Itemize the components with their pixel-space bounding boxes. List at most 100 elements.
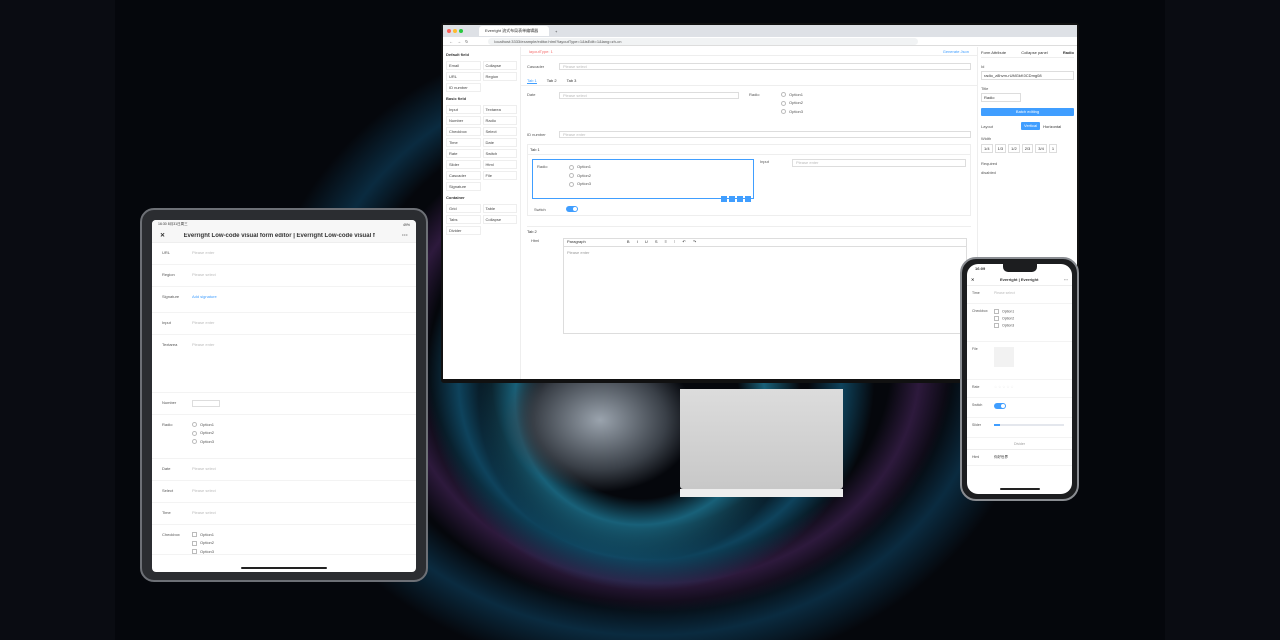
palette-item[interactable]: Checkbox (446, 127, 481, 136)
rich-text-editor[interactable]: Paragraph B I U S ≡ ⁝ ↶ ↷ Please enter (563, 238, 967, 335)
palette-item[interactable]: URL (446, 72, 481, 81)
title-input[interactable]: Radio (981, 93, 1021, 102)
tablet-option[interactable]: Option3 (192, 549, 406, 554)
selected-radio-field[interactable]: Radio Option1 Option2 Option3 (532, 159, 754, 203)
palette-item[interactable]: Date (482, 138, 517, 147)
reload-icon[interactable]: ↻ (465, 39, 468, 44)
phone-field-control[interactable]: 你好世界 (994, 455, 1067, 465)
phone-field-control[interactable]: Option1 Option2 Option3 (994, 309, 1067, 341)
rate-stars-icon[interactable]: ☆☆☆☆☆ (994, 385, 1015, 389)
tablet-option[interactable]: Option2 (192, 430, 406, 435)
browser-tab[interactable]: Everright 流式布局表单编辑器 (479, 26, 549, 36)
layout-horizontal-button[interactable]: Horizontal (1040, 124, 1064, 129)
palette-item[interactable]: Grid (446, 204, 481, 213)
format-icons[interactable]: B I U S ≡ ⁝ ↶ ↷ (627, 239, 699, 244)
tablet-field-control[interactable] (192, 400, 406, 414)
tablet-field-control[interactable]: Option1 Option2 Option3 (192, 532, 406, 554)
layout-type-label[interactable]: layoutType: 1 (529, 49, 553, 54)
tab-2[interactable]: Tab 2 (547, 78, 557, 83)
tablet-field-control[interactable]: Please select (192, 510, 406, 524)
palette-item[interactable]: File (482, 171, 517, 180)
width-option[interactable]: 1/4 (981, 144, 993, 153)
new-tab-icon[interactable]: + (555, 29, 557, 34)
back-icon[interactable]: ← (449, 39, 453, 44)
tablet-field-control[interactable]: Please select (192, 488, 406, 502)
width-option[interactable]: 1/2 (1008, 144, 1020, 153)
width-option[interactable]: 3/4 (1035, 144, 1047, 153)
palette-item[interactable]: Radio (482, 116, 517, 125)
date-input[interactable]: Please select (559, 92, 739, 99)
tablet-option[interactable]: Option3 (192, 439, 406, 444)
forward-icon[interactable]: → (457, 39, 461, 44)
radio2-option-1[interactable]: Option1 (569, 164, 591, 169)
palette-item[interactable]: Select (482, 127, 517, 136)
tablet-field-control[interactable]: Please select (192, 272, 406, 286)
tab-1[interactable]: Tab 1 (527, 78, 537, 84)
move-icon[interactable] (729, 196, 735, 203)
drag-icon[interactable] (737, 196, 743, 203)
palette-item[interactable]: Input (446, 105, 481, 114)
cascader-input[interactable]: Please select (559, 62, 971, 70)
disabled-checkbox[interactable]: disabled (981, 170, 1074, 175)
tablet-field-control[interactable]: Please enter (192, 250, 406, 264)
idnumber-input[interactable]: Please enter (559, 130, 971, 138)
tab-radio[interactable]: Radio (1063, 50, 1074, 55)
phone-field-control[interactable] (994, 347, 1067, 379)
phone-more-icon[interactable]: ··· (1064, 277, 1068, 282)
palette-item[interactable]: Switch (482, 149, 517, 158)
palette-item[interactable]: Slider (446, 160, 481, 169)
phone-field-control[interactable]: Please select (994, 291, 1067, 303)
collapse-title-1[interactable]: Tab 1 (528, 145, 970, 156)
collapse-title-2[interactable]: Tab 2 (527, 227, 971, 236)
phone-field-control[interactable]: ☆☆☆☆☆ (994, 385, 1067, 397)
delete-icon[interactable] (745, 196, 751, 203)
palette-item[interactable]: Time (446, 138, 481, 147)
phone-option[interactable]: Option1 (994, 309, 1067, 314)
radio2-option-2[interactable]: Option2 (569, 173, 591, 178)
palette-item[interactable]: Collapse (482, 61, 517, 70)
phone-field-control[interactable] (994, 423, 1067, 437)
palette-item[interactable]: Rate (446, 149, 481, 158)
generate-json-button[interactable]: Generate Json (943, 49, 969, 54)
required-checkbox[interactable]: Required (981, 161, 1074, 166)
input-field[interactable]: Please enter (792, 159, 966, 168)
tablet-field-control[interactable]: Please enter (192, 342, 406, 392)
radio-option-1[interactable]: Option1 (781, 92, 803, 97)
palette-item[interactable]: Collapse (482, 215, 517, 224)
tab-3[interactable]: Tab 3 (567, 78, 577, 83)
palette-item[interactable]: Email (446, 61, 481, 70)
tablet-field-control[interactable]: Please enter (192, 320, 406, 334)
tablet-field-control[interactable]: Please select (192, 466, 406, 480)
width-option[interactable]: 1 (1048, 144, 1058, 153)
phone-option[interactable]: Option2 (994, 316, 1067, 321)
id-input[interactable]: radio_z8hvm-rUMGkK0CDmg08 (981, 71, 1074, 80)
more-icon[interactable]: ··· (402, 233, 408, 239)
palette-item[interactable]: Cascader (446, 171, 481, 180)
palette-item[interactable]: Textarea (482, 105, 517, 114)
close-icon[interactable]: ✕ (160, 232, 165, 239)
minimize-dot-icon[interactable] (453, 29, 457, 33)
palette-item[interactable]: Tabs (446, 215, 481, 224)
phone-option[interactable]: Option3 (994, 323, 1067, 328)
tab-form-attribute[interactable]: Form Attribute (981, 50, 1006, 55)
phone-field-control[interactable] (994, 403, 1067, 417)
tablet-field-control[interactable]: Add signature (192, 294, 406, 312)
tablet-option[interactable]: Option2 (192, 540, 406, 545)
tablet-option[interactable]: Option1 (192, 422, 406, 427)
width-option[interactable]: 1/3 (994, 144, 1007, 153)
palette-item[interactable]: Divider (446, 226, 481, 235)
phone-switch[interactable] (994, 403, 1006, 409)
close-dot-icon[interactable] (447, 29, 451, 33)
phone-close-icon[interactable]: ✕ (971, 277, 974, 282)
maximize-dot-icon[interactable] (459, 29, 463, 33)
upload-icon[interactable] (994, 347, 1014, 367)
radio2-option-3[interactable]: Option3 (569, 181, 591, 186)
radio-option-2[interactable]: Option2 (781, 100, 803, 105)
tablet-field-control[interactable]: Option1 Option2 Option3 (192, 422, 406, 458)
layout-vertical-button[interactable]: Vertical (1021, 122, 1041, 130)
palette-item[interactable]: Signature (446, 182, 481, 191)
tab-collapse-panel[interactable]: Collapse panel (1021, 50, 1047, 55)
palette-item[interactable]: ID number (446, 83, 481, 92)
switch-toggle[interactable] (566, 206, 578, 213)
batch-edit-button[interactable]: Batch editing (981, 108, 1074, 116)
